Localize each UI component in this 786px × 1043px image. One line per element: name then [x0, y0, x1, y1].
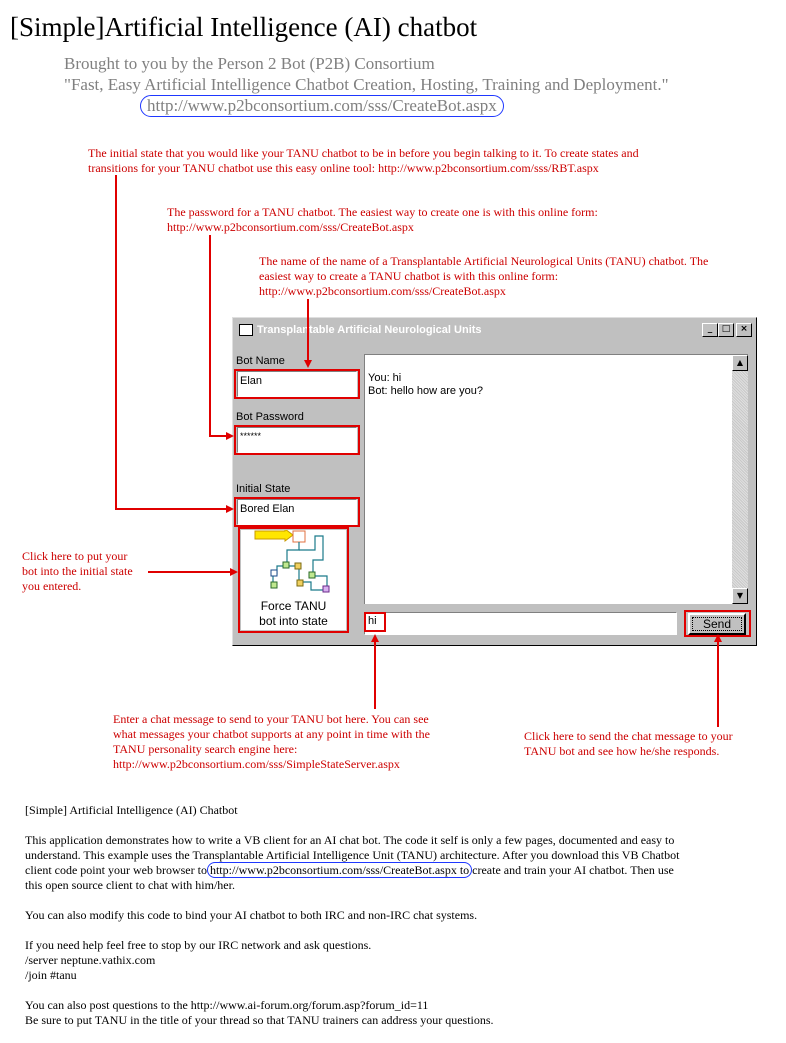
- annotation-line: http://www.p2bconsortium.com/sss/CreateB…: [167, 220, 414, 234]
- send-annotation: Click here to send the chat message to y…: [524, 729, 733, 759]
- paragraph-line: You can also post questions to the http:…: [25, 998, 429, 1012]
- paragraph-text: client code point your web browser to: [25, 863, 207, 877]
- description-paragraph-4: You can also post questions to the http:…: [25, 998, 765, 1028]
- pointer-line: [374, 642, 376, 709]
- message-annotation: Enter a chat message to send to your TAN…: [113, 712, 430, 772]
- annotation-line: what messages your chatbot supports at a…: [113, 727, 430, 741]
- paragraph-line: understand. This example uses the Transp…: [25, 848, 680, 862]
- password-annotation: The password for a TANU chatbot. The eas…: [167, 205, 598, 235]
- paragraph-line: Be sure to put TANU in the title of your…: [25, 1013, 494, 1027]
- arrow-icon: [304, 360, 312, 368]
- chat-messages: You: hi Bot: hello how are you?: [368, 372, 483, 398]
- chat-line: You: hi: [368, 372, 402, 384]
- force-state-annotation: Click here to put your bot into the init…: [22, 549, 133, 594]
- bot-name-annotation: The name of the name of a Transplantable…: [259, 254, 708, 299]
- highlight-box: [238, 527, 349, 633]
- initial-state-label: Initial State: [236, 483, 291, 495]
- page-title: [Simple]Artificial Intelligence (AI) cha…: [10, 12, 478, 42]
- chat-log[interactable]: You: hi Bot: hello how are you? ▲ ▼: [364, 354, 748, 604]
- pointer-line: [115, 508, 227, 510]
- createbot-inline-link[interactable]: http://www.p2bconsortium.com/sss/CreateB…: [206, 862, 473, 878]
- annotation-line: Enter a chat message to send to your TAN…: [113, 712, 429, 726]
- annotation-line: transitions for your TANU chatbot use th…: [88, 161, 599, 175]
- arrow-icon: [371, 634, 379, 642]
- chat-line: Bot: hello how are you?: [368, 385, 483, 397]
- bot-password-label: Bot Password: [236, 411, 304, 423]
- pointer-line: [717, 642, 719, 727]
- scroll-down-icon[interactable]: ▼: [732, 588, 748, 604]
- paragraph-line: client code point your web browser to htt…: [25, 862, 765, 878]
- createbot-link[interactable]: http://www.p2bconsortium.com/sss/CreateB…: [140, 95, 504, 117]
- close-button[interactable]: ×: [736, 323, 752, 337]
- pointer-line: [148, 571, 230, 573]
- paragraph-line: This application demonstrates how to wri…: [25, 833, 675, 847]
- message-input[interactable]: hi: [364, 612, 677, 635]
- pointer-line: [209, 235, 211, 437]
- irc-join-command: /join #tanu: [25, 968, 77, 982]
- annotation-line: Click here to send the chat message to y…: [524, 729, 733, 743]
- annotation-line: The password for a TANU chatbot. The eas…: [167, 205, 598, 219]
- irc-server-command: /server neptune.vathix.com: [25, 953, 156, 967]
- pointer-line: [209, 435, 227, 437]
- initial-state-annotation: The initial state that you would like yo…: [88, 146, 639, 176]
- annotation-line: http://www.p2bconsortium.com/sss/CreateB…: [259, 284, 506, 298]
- paragraph-text: create and train your AI chatbot. Then u…: [472, 863, 674, 877]
- description-paragraph-3: If you need help feel free to stop by ou…: [25, 938, 765, 983]
- paragraph-line: If you need help feel free to stop by ou…: [25, 938, 372, 952]
- highlight-box: [234, 425, 360, 455]
- annotation-line: TANU bot and see how he/she responds.: [524, 744, 720, 758]
- pointer-line: [307, 299, 309, 361]
- maximize-button[interactable]: □: [718, 323, 734, 337]
- arrow-icon: [230, 568, 238, 576]
- app-icon: [239, 324, 253, 336]
- highlight-box: [234, 497, 360, 527]
- highlight-box: [234, 369, 360, 399]
- page-tagline: "Fast, Easy Artificial Intelligence Chat…: [64, 75, 669, 94]
- paragraph-line: this open source client to chat with him…: [25, 878, 235, 892]
- annotation-line: easiest way to create a TANU chatbot is …: [259, 269, 559, 283]
- chat-scrollbar[interactable]: ▲ ▼: [732, 355, 748, 604]
- annotation-line: The name of the name of a Transplantable…: [259, 254, 709, 268]
- pointer-line: [115, 175, 117, 509]
- scroll-up-icon[interactable]: ▲: [732, 355, 748, 371]
- description-paragraph-2: You can also modify this code to bind yo…: [25, 908, 478, 922]
- highlight-box: [364, 612, 386, 632]
- description-paragraph-1: This application demonstrates how to wri…: [25, 833, 765, 893]
- annotation-line: Click here to put your: [22, 549, 128, 563]
- annotation-line: TANU personality search engine here:: [113, 742, 298, 756]
- arrow-icon: [226, 505, 234, 513]
- highlight-box: [684, 610, 751, 637]
- annotation-line: The initial state that you would like yo…: [88, 146, 639, 160]
- page-subtitle: Brought to you by the Person 2 Bot (P2B)…: [64, 54, 435, 73]
- bot-name-label: Bot Name: [236, 355, 285, 367]
- arrow-icon: [714, 634, 722, 642]
- window-title: Transplantable Artificial Neurological U…: [257, 324, 482, 336]
- window-titlebar[interactable]: Transplantable Artificial Neurological U…: [235, 320, 754, 340]
- annotation-line: you entered.: [22, 579, 82, 593]
- annotation-line: http://www.p2bconsortium.com/sss/SimpleS…: [113, 757, 400, 771]
- arrow-icon: [226, 432, 234, 440]
- annotation-line: bot into the initial state: [22, 564, 133, 578]
- description-heading: [Simple] Artificial Intelligence (AI) Ch…: [25, 803, 238, 817]
- minimize-button[interactable]: _: [702, 323, 718, 337]
